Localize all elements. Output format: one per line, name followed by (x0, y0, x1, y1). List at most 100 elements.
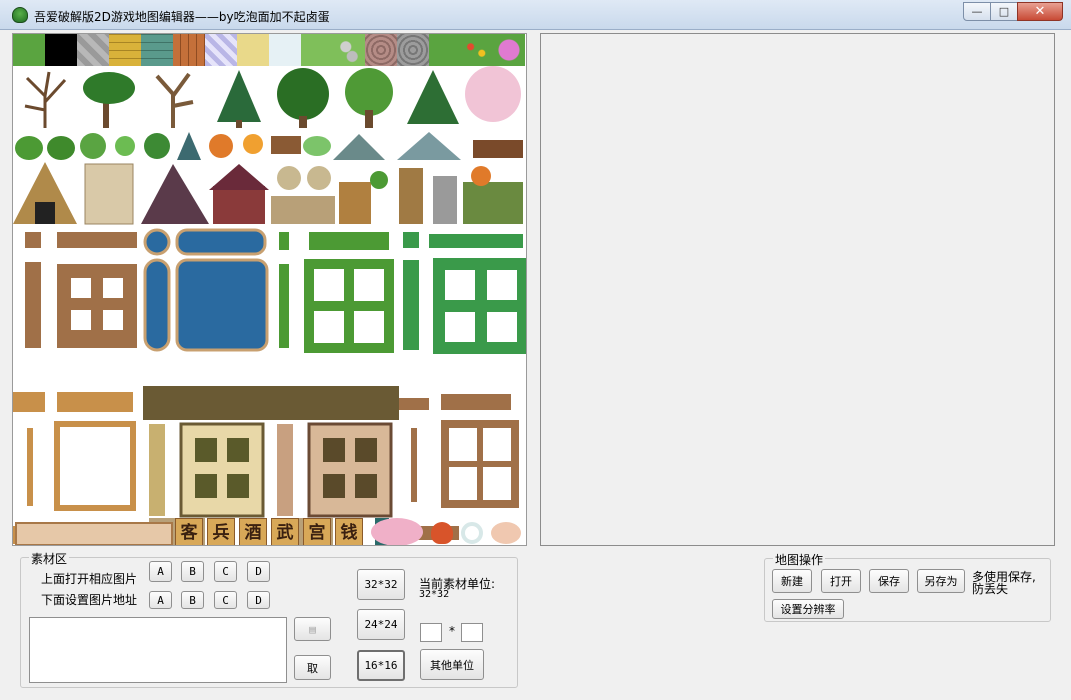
fence-post-icon[interactable] (27, 428, 33, 506)
sign-martial[interactable]: 武 (271, 518, 299, 545)
hedge-tile-icon[interactable] (279, 264, 289, 348)
teal-brick-tile[interactable] (141, 34, 173, 66)
shrub-icon[interactable] (80, 133, 106, 159)
unit-24-button[interactable]: 24*24 (357, 609, 405, 640)
plank-icon[interactable] (399, 398, 429, 410)
stone-circle-icon[interactable] (307, 166, 331, 190)
open-image-a-button[interactable]: A (149, 561, 172, 582)
rooster-icon[interactable] (431, 522, 453, 544)
building-assets[interactable] (13, 162, 527, 226)
set-path-b-button[interactable]: B (181, 591, 204, 609)
set-path-a-button[interactable]: A (149, 591, 172, 609)
blossom-bush-icon[interactable] (371, 518, 423, 545)
wood-house-icon[interactable] (339, 182, 371, 224)
pond-tile-icon[interactable] (175, 228, 267, 256)
cherry-tree-icon[interactable] (465, 66, 521, 122)
wall-tile-icon[interactable] (25, 232, 41, 248)
icon-grid-button[interactable]: ▤ (294, 617, 331, 641)
hedge-tile-icon[interactable] (403, 260, 419, 350)
take-button[interactable]: 取 (294, 655, 331, 680)
map-canvas[interactable] (540, 33, 1055, 546)
volcano-icon[interactable] (141, 164, 209, 224)
wall-tile-icon[interactable] (57, 232, 137, 248)
parchment-icon[interactable] (84, 163, 134, 225)
gray-cobble-tile[interactable] (397, 34, 429, 66)
pink-flower-tile[interactable] (493, 34, 525, 66)
hedge-tile-icon[interactable] (279, 232, 289, 250)
grass-patch-icon[interactable] (303, 136, 331, 156)
close-button[interactable]: ✕ (1017, 2, 1063, 21)
wall-tile-icon[interactable] (25, 262, 41, 348)
pond-tile-icon[interactable] (143, 258, 171, 352)
open-image-d-button[interactable]: D (247, 561, 270, 582)
hedge-tile-icon[interactable] (403, 232, 419, 248)
cart-icon[interactable] (473, 140, 523, 158)
wall-room-icon[interactable] (57, 264, 137, 348)
room-interior-icon[interactable] (179, 422, 265, 518)
bush-icon[interactable] (15, 136, 43, 160)
grass-tile[interactable] (13, 34, 45, 66)
room-interior-icon[interactable] (307, 422, 393, 518)
unit-32-button[interactable]: 32*32 (357, 569, 405, 600)
plank-icon[interactable] (441, 394, 511, 410)
new-map-button[interactable]: 新建 (772, 569, 812, 593)
crystal-tile[interactable] (205, 34, 237, 66)
fence-icon[interactable] (57, 392, 133, 412)
sign-money[interactable]: 钱 (335, 518, 363, 545)
terrain-tile-strip[interactable] (13, 34, 525, 66)
dead-tree-icon[interactable] (155, 72, 194, 128)
stone-tower-icon[interactable] (433, 176, 457, 224)
minimize-button[interactable]: — (963, 2, 991, 21)
save-as-button[interactable]: 另存为 (917, 569, 965, 593)
autumn-bush-icon[interactable] (209, 134, 233, 158)
open-image-b-button[interactable]: B (181, 561, 204, 582)
pink-cobble-tile[interactable] (365, 34, 397, 66)
counter-icon[interactable] (15, 522, 173, 545)
plain-grass-tile[interactable] (429, 34, 461, 66)
yellow-brick-tile[interactable] (109, 34, 141, 66)
other-unit-button[interactable]: 其他单位 (420, 649, 484, 680)
fence-icon[interactable] (13, 392, 45, 412)
stone-circle-icon[interactable] (277, 166, 301, 190)
watch-tower-icon[interactable] (399, 168, 423, 224)
shrub-icon[interactable] (115, 136, 135, 156)
wall-post-icon[interactable] (411, 428, 417, 502)
structure-assets[interactable] (13, 228, 527, 546)
mountain-icon[interactable] (333, 134, 385, 160)
set-resolution-button[interactable]: 设置分辨率 (772, 599, 844, 619)
oak-tree-icon[interactable] (345, 68, 393, 128)
sign-palace[interactable]: 宫 (303, 518, 331, 545)
hedge-tile-icon[interactable] (309, 232, 389, 250)
maximize-button[interactable]: □ (990, 2, 1018, 21)
wall-gate-icon[interactable] (271, 196, 335, 224)
pillar-icon[interactable] (277, 424, 293, 516)
unit-width-input[interactable] (420, 623, 442, 642)
sign-wine[interactable]: 酒 (239, 518, 267, 545)
bush-assets[interactable] (13, 130, 527, 162)
mountain-icon[interactable] (397, 132, 461, 160)
pillar-icon[interactable] (149, 424, 165, 516)
image-path-textarea[interactable] (29, 617, 287, 683)
light-grass-tile[interactable] (301, 34, 333, 66)
small-pine-icon[interactable] (177, 132, 201, 160)
bench-icon[interactable] (271, 136, 301, 154)
set-path-c-button[interactable]: C (214, 591, 237, 609)
set-path-d-button[interactable]: D (247, 591, 270, 609)
roof-beam-icon[interactable] (143, 386, 399, 420)
pig-icon[interactable] (491, 522, 521, 544)
snake-icon[interactable] (461, 522, 483, 544)
fir-tree-icon[interactable] (407, 70, 459, 124)
round-tree-icon[interactable] (277, 68, 329, 128)
brazier-icon[interactable] (243, 134, 263, 154)
flower-tile[interactable] (461, 34, 493, 66)
save-map-button[interactable]: 保存 (869, 569, 909, 593)
bare-tree-icon[interactable] (24, 71, 67, 128)
unit-16-button[interactable]: 16*16 (357, 650, 405, 681)
sign-soldier[interactable]: 兵 (207, 518, 235, 545)
pond-tile-icon[interactable] (143, 228, 171, 256)
pine-tree-icon[interactable] (217, 70, 261, 128)
unit-height-input[interactable] (461, 623, 483, 642)
wood-floor-tile[interactable] (173, 34, 205, 66)
black-tile[interactable] (45, 34, 77, 66)
tree-assets[interactable] (13, 66, 527, 130)
